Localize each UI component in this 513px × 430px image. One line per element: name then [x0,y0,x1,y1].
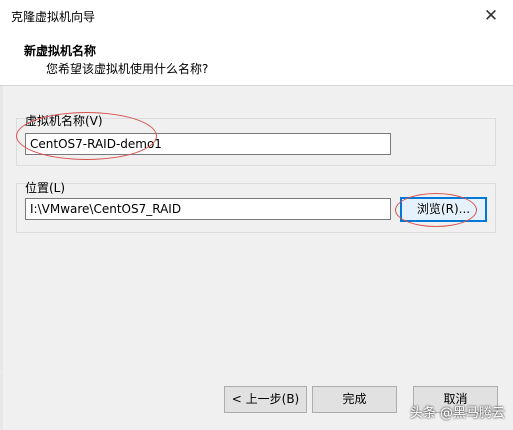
close-icon[interactable]: ✕ [469,0,513,33]
window-title: 克隆虚拟机向导 [11,10,96,24]
window-left-edge [0,33,3,430]
location-label: 位置(L) [25,181,66,195]
watermark-text: 头条 @黑马腾云 [409,406,505,421]
footer-divider [0,372,513,373]
clone-vm-wizard-window: 克隆虚拟机向导 ✕ 新虚拟机名称 您希望该虚拟机使用什么名称? 虚拟机名称(V)… [0,0,513,430]
location-input[interactable] [25,198,391,220]
finish-button[interactable]: 完成 [312,386,397,413]
vm-name-input[interactable] [25,133,391,155]
title-bar[interactable]: 克隆虚拟机向导 ✕ [0,0,513,33]
page-subtitle: 您希望该虚拟机使用什么名称? [46,62,209,76]
back-button[interactable]: < 上一步(B) [224,386,307,413]
vm-name-label: 虚拟机名称(V) [25,114,103,128]
wizard-header: 新虚拟机名称 您希望该虚拟机使用什么名称? [0,33,513,86]
browse-button[interactable]: 浏览(R)... [400,197,487,222]
page-title: 新虚拟机名称 [24,44,97,58]
